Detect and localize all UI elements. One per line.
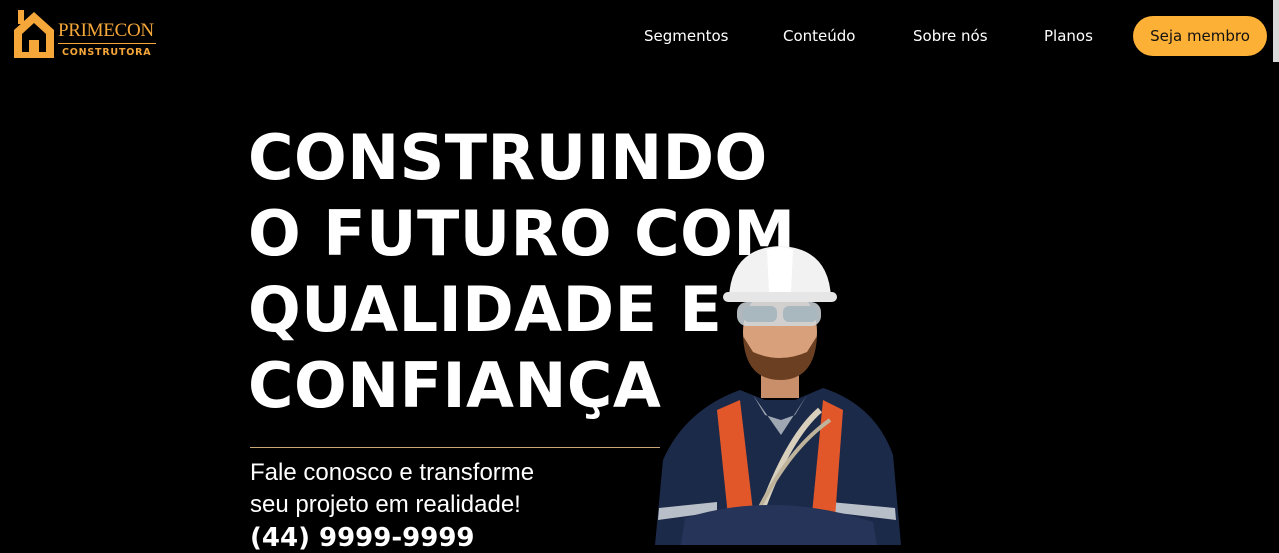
brand-name: PRIMECON xyxy=(58,20,154,41)
nav-conteudo[interactable]: Conteúdo xyxy=(783,27,855,45)
construction-worker-image xyxy=(655,246,901,545)
hero-divider xyxy=(250,447,660,448)
phone-number[interactable]: (44) 9999-9999 xyxy=(250,523,475,553)
nav-planos[interactable]: Planos xyxy=(1044,27,1093,45)
scrollbar[interactable] xyxy=(1273,0,1279,62)
top-navigation: PRIMECON CONSTRUTORA Segmentos Conteúdo … xyxy=(0,0,1279,72)
nav-segmentos[interactable]: Segmentos xyxy=(644,27,729,45)
subtext-line-1: Fale conosco e transforme xyxy=(250,459,535,486)
hero-subtext: Fale conosco e transforme seu projeto em… xyxy=(250,457,534,521)
headline-line-1: CONSTRUINDO xyxy=(248,121,768,194)
logo-divider xyxy=(58,43,156,44)
seja-membro-button[interactable]: Seja membro xyxy=(1133,16,1267,56)
nav-sobre-nos[interactable]: Sobre nós xyxy=(913,27,988,45)
house-logo-icon xyxy=(14,10,54,58)
subtext-line-2: seu projeto em realidade! xyxy=(250,491,521,518)
brand-subtitle: CONSTRUTORA xyxy=(62,47,152,58)
brand-logo[interactable]: PRIMECON CONSTRUTORA xyxy=(12,8,162,62)
